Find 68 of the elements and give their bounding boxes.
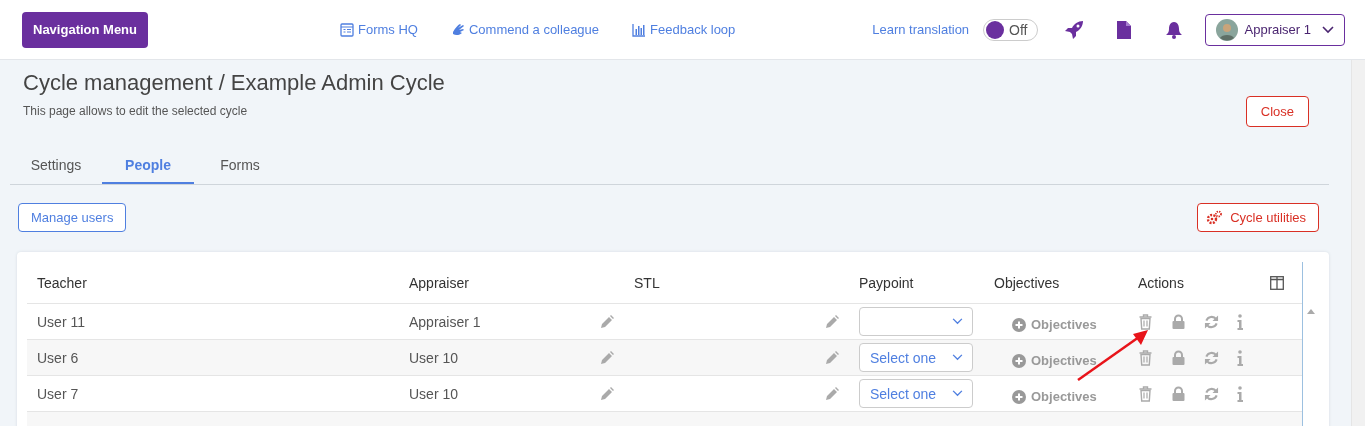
rocket-icon[interactable] — [1063, 19, 1084, 40]
trash-icon[interactable] — [1138, 313, 1153, 330]
column-header: Appraiser — [408, 274, 470, 291]
pencil-icon[interactable] — [825, 314, 839, 329]
paypoint-select[interactable]: Select one — [859, 379, 973, 408]
table-cell-text: User 11 — [36, 313, 86, 330]
nav-link[interactable]: Commend a colleague — [450, 22, 600, 37]
trash-icon[interactable] — [1138, 349, 1153, 366]
paypoint-select[interactable] — [859, 307, 973, 336]
page-title: Cycle management / Example Admin Cycle — [23, 70, 445, 96]
navigation-menu-button[interactable]: Navigation Menu — [22, 11, 148, 48]
column-header: Actions — [1137, 274, 1185, 291]
learn-translation-link[interactable]: Learn translation — [872, 22, 970, 37]
tab[interactable]: People — [102, 149, 194, 184]
trash-icon[interactable] — [1138, 385, 1153, 402]
lock-icon[interactable] — [1171, 349, 1186, 366]
close-button[interactable]: Close — [1245, 96, 1309, 127]
avatar-icon — [1215, 18, 1238, 41]
refresh-icon[interactable] — [1204, 385, 1219, 402]
pencil-icon[interactable] — [600, 350, 614, 365]
lock-icon[interactable] — [1171, 385, 1186, 402]
table-cell: User 10 — [409, 385, 459, 402]
paypoint-select[interactable]: Select one — [859, 343, 973, 372]
page-scrollbar[interactable] — [1351, 60, 1365, 426]
table-cell-text: User 6 — [36, 349, 80, 366]
table-cell-text: User 7 — [36, 385, 80, 402]
info-icon[interactable] — [1237, 385, 1243, 402]
pencil-icon[interactable] — [825, 386, 839, 401]
nav-link[interactable]: Forms HQ — [340, 22, 418, 37]
chevron-down-icon — [952, 318, 963, 325]
user-menu[interactable]: Appraiser 1 — [1204, 13, 1345, 46]
refresh-icon[interactable] — [1204, 313, 1219, 330]
cycle-utilities-button[interactable]: Cycle utilities — [1197, 203, 1319, 232]
column-header: Paypoint — [858, 274, 915, 291]
page-subtitle: This page allows to edit the selected cycle — [23, 104, 249, 118]
plus-circle-icon — [1012, 389, 1026, 404]
chevron-down-icon — [952, 390, 963, 397]
refresh-icon[interactable] — [1204, 349, 1219, 366]
chevron-down-icon — [952, 354, 963, 361]
pencil-icon[interactable] — [825, 350, 839, 365]
translation-toggle[interactable]: Off — [983, 18, 1038, 41]
column-header: Teacher — [36, 274, 88, 291]
tab[interactable]: Settings — [10, 149, 102, 184]
chevron-down-icon — [1322, 25, 1334, 34]
nav-link[interactable]: Feedback loop — [632, 22, 736, 37]
pencil-icon[interactable] — [600, 314, 614, 329]
plus-circle-icon — [1012, 353, 1026, 368]
form-icon — [340, 22, 354, 37]
scroll-up-icon[interactable] — [1307, 309, 1315, 314]
objectives-button[interactable]: Objectives — [1012, 389, 1097, 404]
manage-users-button[interactable]: Manage users — [18, 203, 127, 232]
plus-circle-icon — [1012, 317, 1026, 332]
gears-icon — [1206, 209, 1223, 226]
info-icon[interactable] — [1237, 349, 1243, 366]
objectives-button[interactable]: Objectives — [1012, 353, 1097, 368]
table-cell: User 10 — [409, 349, 459, 366]
bar-chart-icon — [632, 22, 647, 37]
objectives-button[interactable]: Objectives — [1012, 317, 1097, 332]
bell-icon[interactable] — [1163, 19, 1184, 40]
column-header: STL — [633, 274, 661, 291]
tab[interactable]: Forms — [194, 149, 286, 184]
pencil-icon[interactable] — [600, 386, 614, 401]
table-cell: Appraiser 1 — [409, 313, 481, 330]
lock-icon[interactable] — [1171, 313, 1186, 330]
info-icon[interactable] — [1237, 313, 1243, 330]
columns-icon[interactable] — [1270, 275, 1284, 290]
hand-icon — [450, 22, 465, 37]
column-header: Objectives — [993, 274, 1061, 291]
